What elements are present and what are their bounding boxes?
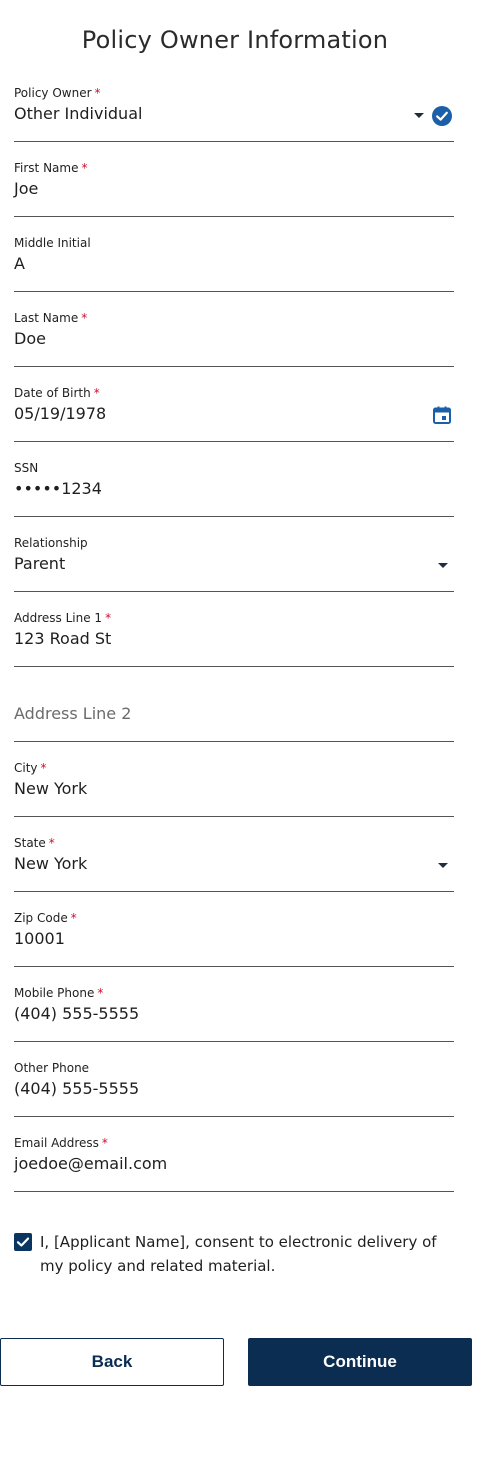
email-field[interactable]: Email Address * joedoe@email.com [14, 1136, 454, 1192]
address-line-1-label: Address Line 1 * [14, 611, 112, 625]
check-circle-icon [432, 106, 452, 126]
required-marker: * [93, 386, 100, 400]
required-marker: * [94, 86, 101, 100]
last-name-field[interactable]: Last Name * Doe [14, 311, 454, 367]
required-marker: * [101, 1136, 108, 1150]
required-marker: * [97, 986, 104, 1000]
date-of-birth-value: 05/19/1978 [14, 404, 107, 423]
consent-text: I, [Applicant Name], consent to electron… [40, 1233, 437, 1275]
chevron-down-icon[interactable] [438, 563, 448, 568]
policy-owner-select[interactable]: Policy Owner * Other Individual [14, 86, 454, 142]
zip-code-label: Zip Code * [14, 911, 77, 925]
city-value: New York [14, 779, 88, 798]
policy-owner-label: Policy Owner * [14, 86, 101, 100]
state-label: State * [14, 836, 55, 850]
state-value: New York [14, 854, 88, 873]
continue-button[interactable]: Continue [248, 1338, 472, 1386]
city-label: City * [14, 761, 47, 775]
ssn-value: •••••1234 [14, 479, 102, 498]
required-marker: * [81, 161, 88, 175]
relationship-value: Parent [14, 554, 66, 573]
address-line-2-placeholder: Address Line 2 [14, 704, 132, 723]
policy-owner-value: Other Individual [14, 104, 143, 123]
other-phone-label: Other Phone [14, 1061, 90, 1075]
back-button[interactable]: Back [0, 1338, 224, 1386]
date-of-birth-field[interactable]: Date of Birth * 05/19/1978 [14, 386, 454, 442]
first-name-value: Joe [14, 179, 39, 198]
ssn-label: SSN [14, 461, 39, 475]
required-marker: * [70, 911, 77, 925]
mobile-phone-label: Mobile Phone * [14, 986, 104, 1000]
last-name-value: Doe [14, 329, 46, 348]
city-field[interactable]: City * New York [14, 761, 454, 817]
first-name-label: First Name * [14, 161, 88, 175]
chevron-down-icon[interactable] [438, 863, 448, 868]
last-name-label: Last Name * [14, 311, 88, 325]
ssn-field[interactable]: SSN •••••1234 [14, 461, 454, 517]
other-phone-field[interactable]: Other Phone (404) 555-5555 [14, 1061, 454, 1117]
relationship-label: Relationship [14, 536, 88, 550]
other-phone-value: (404) 555-5555 [14, 1079, 140, 1098]
calendar-icon[interactable] [432, 405, 452, 425]
policy-owner-page: Policy Owner Information Policy Owner * O… [0, 0, 500, 1466]
email-label: Email Address * [14, 1136, 108, 1150]
middle-initial-label: Middle Initial [14, 236, 91, 250]
required-marker: * [40, 761, 47, 775]
zip-code-field[interactable]: Zip Code * 10001 [14, 911, 454, 967]
middle-initial-value: A [14, 254, 25, 273]
chevron-down-icon[interactable] [414, 113, 424, 118]
required-marker: * [105, 611, 112, 625]
state-select[interactable]: State * New York [14, 836, 454, 892]
mobile-phone-value: (404) 555-5555 [14, 1004, 140, 1023]
zip-code-value: 10001 [14, 929, 65, 948]
address-line-1-value: 123 Road St [14, 629, 112, 648]
first-name-field[interactable]: First Name * Joe [14, 161, 454, 217]
mobile-phone-field[interactable]: Mobile Phone * (404) 555-5555 [14, 986, 454, 1042]
address-line-2-field[interactable]: Address Line 2 [14, 686, 454, 742]
relationship-select[interactable]: Relationship Parent [14, 536, 454, 592]
page-title: Policy Owner Information [81, 26, 389, 54]
consent-row: I, [Applicant Name], consent to electron… [14, 1230, 464, 1278]
address-line-1-field[interactable]: Address Line 1 * 123 Road St [14, 611, 454, 667]
consent-checkbox[interactable] [14, 1233, 32, 1251]
middle-initial-field[interactable]: Middle Initial A [14, 236, 454, 292]
required-marker: * [48, 836, 55, 850]
email-value: joedoe@email.com [14, 1154, 168, 1173]
date-of-birth-label: Date of Birth * [14, 386, 100, 400]
checkbox-checked-icon [16, 1237, 30, 1247]
required-marker: * [81, 311, 88, 325]
